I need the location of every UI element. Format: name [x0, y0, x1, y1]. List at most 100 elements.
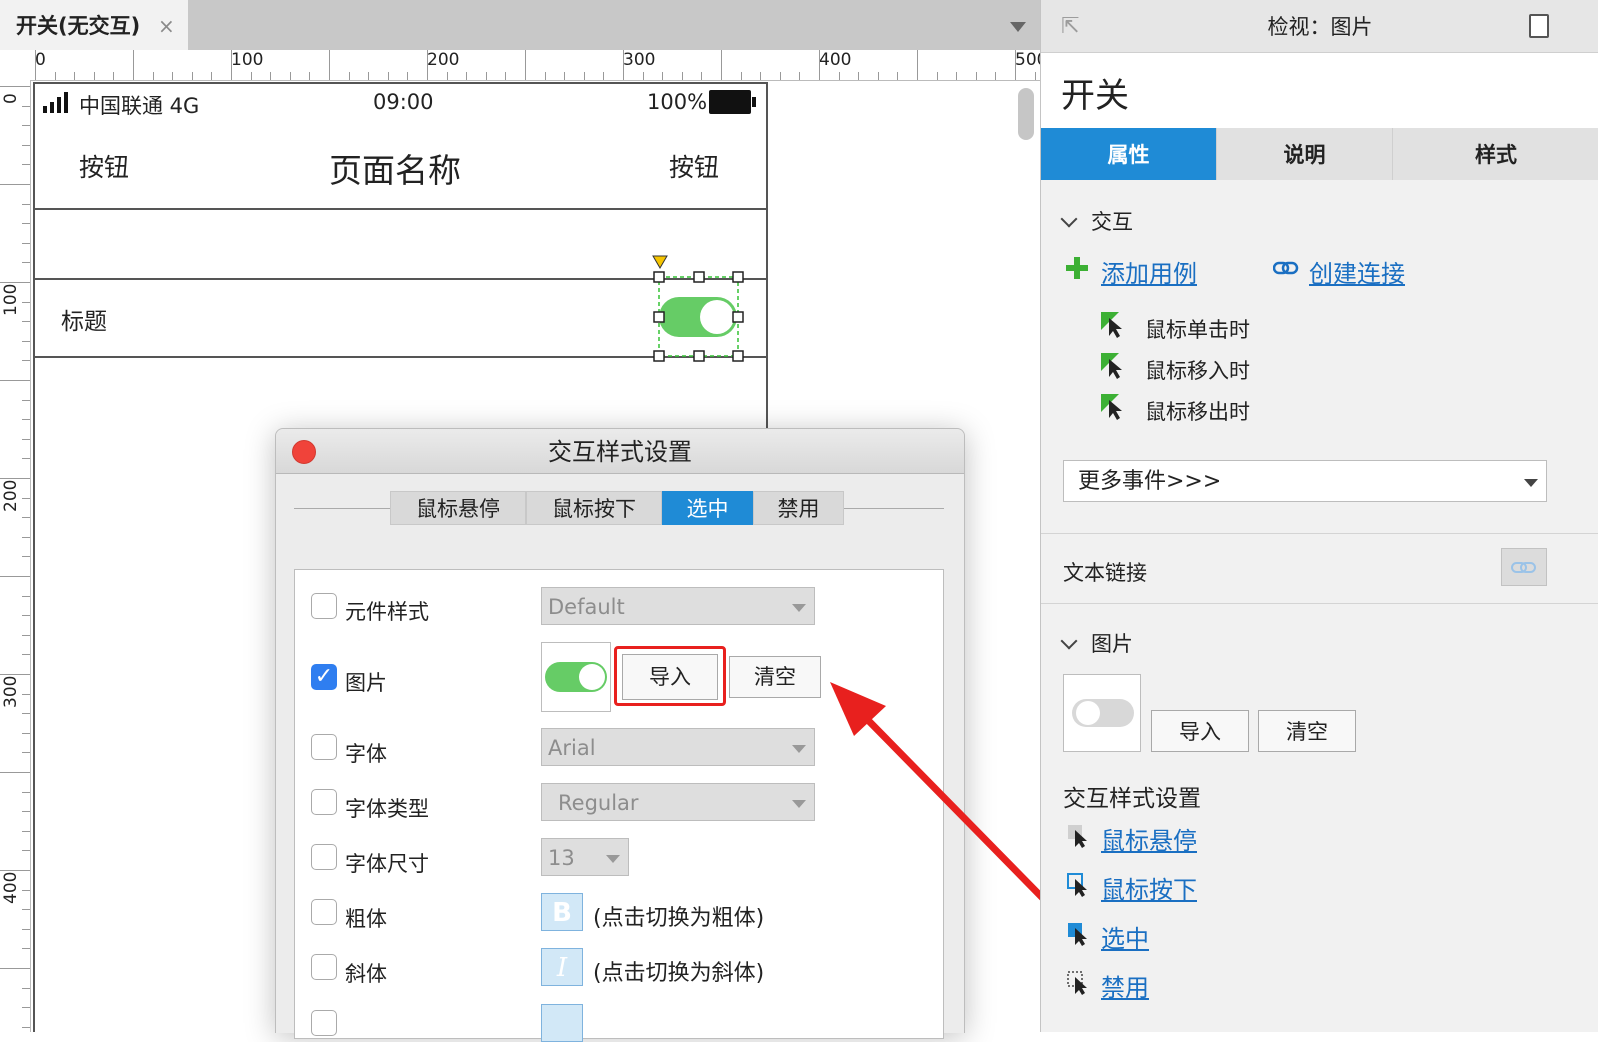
- close-icon[interactable]: ×: [158, 0, 175, 52]
- font-label: 字体: [345, 742, 387, 766]
- italic-label: 斜体: [345, 962, 387, 986]
- hover-style-icon: [1068, 825, 1087, 848]
- chevron-down-icon: [792, 604, 806, 612]
- select-value: Default: [548, 595, 625, 619]
- ruler-label: 200: [427, 50, 460, 70]
- ruler-tick: [0, 478, 30, 479]
- tab-menu-chevron-icon[interactable]: [1010, 22, 1026, 32]
- ruler-tick: [22, 517, 30, 519]
- signal-icon: [43, 92, 68, 113]
- ruler-tick: [35, 50, 36, 80]
- ruler-tick: [250, 72, 252, 80]
- canvas-scrollbar[interactable]: [1018, 88, 1034, 140]
- tab-notes[interactable]: 说明: [1217, 128, 1393, 180]
- ruler-tick: [740, 72, 742, 80]
- font-type-select[interactable]: Regular: [541, 783, 815, 821]
- style-link-disabled[interactable]: 禁用: [1101, 968, 1149, 1003]
- select-value: 更多事件>>>: [1078, 469, 1222, 494]
- import-button[interactable]: 导入: [1151, 710, 1249, 752]
- tab-selected[interactable]: 选中: [662, 491, 753, 525]
- font-checkbox[interactable]: [311, 734, 337, 760]
- image-checkbox[interactable]: ✓: [311, 664, 337, 690]
- ruler-tick: [819, 50, 820, 80]
- inspector-panel: ⇱ 检视：图片 开关 属性 说明 样式 交互 添加用例 创建连接 鼠标单击时 鼠…: [1040, 0, 1598, 1032]
- ruler-label: 400: [1, 871, 21, 904]
- ruler-tick: [22, 850, 30, 852]
- ruler-tick: [22, 438, 30, 440]
- ruler-tick: [348, 72, 350, 80]
- ruler-tick: [22, 458, 30, 460]
- bold-label: 粗体: [345, 907, 387, 931]
- font-size-label: 字体尺寸: [345, 852, 429, 876]
- ruler-tick: [721, 50, 722, 80]
- font-size-select[interactable]: 13: [541, 838, 629, 876]
- image-preview[interactable]: [541, 642, 611, 712]
- ruler-tick: [701, 72, 703, 80]
- more-events-select[interactable]: 更多事件>>>: [1063, 460, 1547, 502]
- tab-disabled[interactable]: 禁用: [753, 491, 844, 525]
- tab-properties[interactable]: 属性: [1041, 128, 1217, 180]
- section-title: 交互: [1091, 210, 1133, 234]
- ruler-tick: [22, 419, 30, 421]
- ruler-tick: [22, 399, 30, 401]
- tab-mouse-down[interactable]: 鼠标按下: [526, 491, 662, 525]
- selected-toggle-widget[interactable]: [650, 254, 750, 366]
- tab-style[interactable]: 样式: [1393, 128, 1598, 180]
- italic-icon[interactable]: I: [541, 948, 583, 986]
- ruler-label: 400: [819, 50, 852, 70]
- ruler-tick: [172, 72, 174, 80]
- underline-checkbox[interactable]: [311, 1010, 337, 1036]
- event-mouse-enter[interactable]: 鼠标移入时: [1145, 355, 1250, 385]
- clear-button[interactable]: 清空: [1258, 710, 1356, 752]
- interaction-section-header[interactable]: 交互: [1060, 206, 1133, 236]
- link-icon[interactable]: [1273, 259, 1299, 277]
- font-size-checkbox[interactable]: [311, 844, 337, 870]
- ruler-tick: [22, 811, 30, 813]
- time-label: 09:00: [373, 90, 434, 114]
- ruler-tick: [662, 72, 664, 80]
- page-icon[interactable]: [1529, 14, 1549, 38]
- event-click[interactable]: 鼠标单击时: [1145, 314, 1250, 344]
- ruler-tick: [1034, 72, 1036, 80]
- ruler-tick: [407, 72, 409, 80]
- ruler-tick: [0, 282, 30, 283]
- ruler-tick: [0, 772, 30, 773]
- ruler-tick: [22, 595, 30, 597]
- bold-icon[interactable]: B: [541, 893, 583, 931]
- ruler-tick: [22, 615, 30, 617]
- underline-icon[interactable]: [541, 1004, 583, 1042]
- style-link-selected[interactable]: 选中: [1101, 919, 1149, 954]
- style-settings-heading: 交互样式设置: [1063, 786, 1201, 812]
- nav-right-button[interactable]: 按钮: [669, 148, 719, 184]
- dialog-title: 交互样式设置: [548, 438, 692, 466]
- style-link-mouse-down[interactable]: 鼠标按下: [1101, 870, 1197, 905]
- ruler-tick: [22, 497, 30, 499]
- ruler-tick: [22, 144, 30, 146]
- tab-hover[interactable]: 鼠标悬停: [390, 491, 526, 525]
- ruler-tick: [564, 72, 566, 80]
- add-case-link[interactable]: 添加用例: [1101, 254, 1197, 289]
- widget-style-select[interactable]: Default: [541, 587, 815, 625]
- image-preview[interactable]: [1063, 674, 1141, 752]
- event-mouse-leave[interactable]: 鼠标移出时: [1145, 396, 1250, 426]
- font-type-checkbox[interactable]: [311, 789, 337, 815]
- chevron-down-icon: [792, 800, 806, 808]
- font-select[interactable]: Arial: [541, 728, 815, 766]
- nav-left-button[interactable]: 按钮: [79, 148, 129, 184]
- image-section-header[interactable]: 图片: [1060, 628, 1133, 658]
- create-link-link[interactable]: 创建连接: [1309, 254, 1405, 289]
- bold-checkbox[interactable]: [311, 899, 337, 925]
- ruler-tick: [309, 72, 311, 80]
- ruler-tick: [93, 72, 95, 80]
- toggle-off-icon: [1072, 699, 1134, 727]
- italic-checkbox[interactable]: [311, 954, 337, 980]
- clear-button[interactable]: 清空: [729, 656, 821, 698]
- ruler-tick: [211, 72, 213, 80]
- ruler-tick: [22, 889, 30, 891]
- ruler-tick: [329, 50, 330, 80]
- plus-icon[interactable]: [1065, 256, 1089, 280]
- text-link-button[interactable]: [1501, 548, 1547, 586]
- widget-style-checkbox[interactable]: [311, 593, 337, 619]
- style-link-hover[interactable]: 鼠标悬停: [1101, 821, 1197, 856]
- ruler-tick: [838, 72, 840, 80]
